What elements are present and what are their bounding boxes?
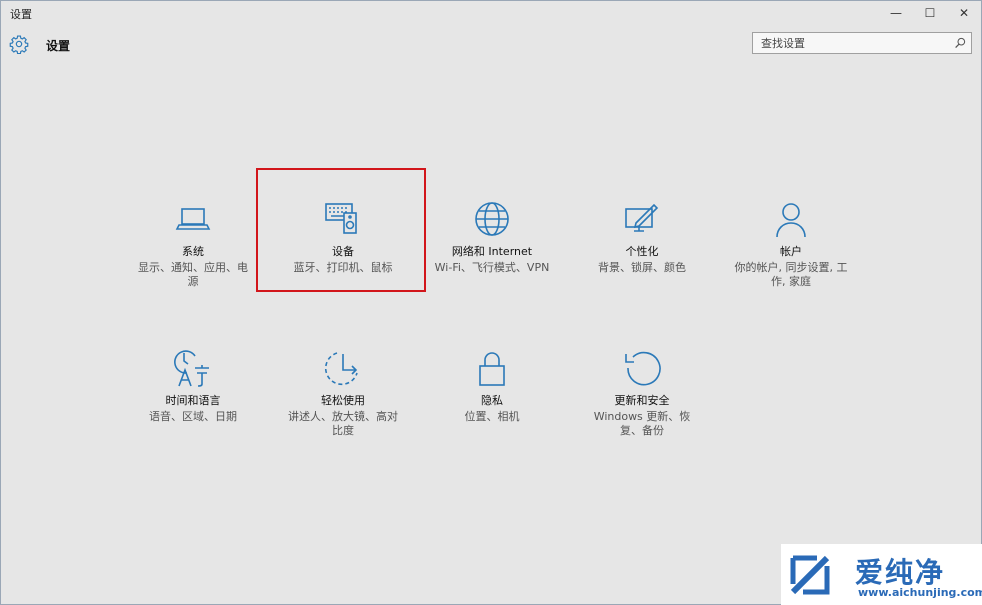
category-personalization[interactable]: 个性化 背景、锁屏、颜色 <box>577 199 707 275</box>
watermark-logo-icon <box>790 555 830 595</box>
personalization-icon <box>625 203 659 232</box>
time-language-icon <box>174 350 209 387</box>
window-title: 设置 <box>10 8 32 21</box>
category-name: 系统 <box>182 245 204 258</box>
category-time-language[interactable]: 时间和语言 语音、区域、日期 <box>128 348 258 424</box>
category-privacy[interactable]: 隐私 位置、相机 <box>427 348 557 424</box>
page-title: 设置 <box>46 39 71 53</box>
watermark-url: www.aichunjing.com <box>858 586 982 599</box>
category-name: 网络和 Internet <box>451 245 533 258</box>
category-name: 个性化 <box>625 245 659 258</box>
category-desc: 源 <box>187 275 199 288</box>
minimize-button[interactable]: — <box>879 1 913 25</box>
close-button[interactable]: ✕ <box>947 1 981 25</box>
category-desc: Wi-Fi、飞行模式、VPN <box>434 261 550 274</box>
ease-of-access-icon <box>324 352 358 386</box>
category-desc: 复、备份 <box>620 424 664 437</box>
maximize-button[interactable]: ☐ <box>913 1 947 25</box>
laptop-icon <box>175 208 211 230</box>
category-name: 轻松使用 <box>321 394 365 407</box>
title-bar[interactable]: 设置 — ☐ ✕ <box>1 1 981 25</box>
category-desc: 位置、相机 <box>464 410 520 423</box>
watermark-text: 爱纯净 <box>855 556 946 589</box>
globe-icon <box>475 202 509 236</box>
category-desc: 背景、锁屏、颜色 <box>598 261 686 274</box>
category-ease-of-access[interactable]: 轻松使用 讲述人、放大镜、高对 比度 <box>278 348 408 438</box>
category-update-security[interactable]: 更新和安全 Windows 更新、恢 复、备份 <box>577 348 707 438</box>
person-icon <box>776 203 806 238</box>
category-network[interactable]: 网络和 Internet Wi-Fi、飞行模式、VPN <box>427 199 557 275</box>
category-accounts[interactable]: 帐户 你的帐户, 同步设置, 工 作, 家庭 <box>726 199 856 289</box>
category-name: 时间和语言 <box>165 394 221 407</box>
category-name: 更新和安全 <box>614 394 670 407</box>
category-name: 隐私 <box>481 394 503 407</box>
search-icon[interactable] <box>953 36 967 50</box>
search-box[interactable] <box>752 32 972 54</box>
category-name: 帐户 <box>780 245 802 258</box>
lock-icon <box>479 352 505 386</box>
category-desc: Windows 更新、恢 <box>593 410 691 423</box>
category-desc: 你的帐户, 同步设置, 工 <box>734 261 848 274</box>
category-desc: 比度 <box>332 424 354 437</box>
category-desc: 作, 家庭 <box>771 275 811 288</box>
category-desc: 语音、区域、日期 <box>149 410 237 423</box>
category-desc: 讲述人、放大镜、高对 <box>288 410 398 423</box>
settings-window: 设置 — ☐ ✕ 设置 系统 显示、通知、应用、电 源 <box>0 0 982 605</box>
category-desc: 显示、通知、应用、电 <box>138 261 248 274</box>
gear-icon <box>9 35 29 54</box>
search-input[interactable] <box>753 33 948 53</box>
highlight-frame <box>256 168 426 292</box>
update-icon <box>625 351 661 386</box>
category-system[interactable]: 系统 显示、通知、应用、电 源 <box>128 199 258 289</box>
